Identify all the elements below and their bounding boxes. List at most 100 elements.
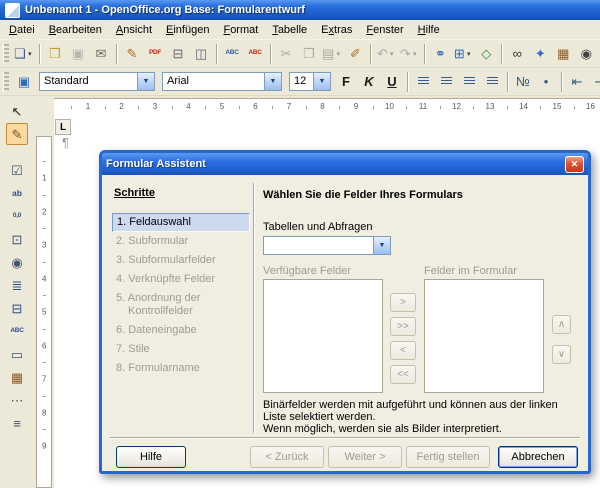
menu-ansicht[interactable]: Ansicht [109, 21, 159, 39]
align-center-button[interactable] [435, 71, 457, 93]
bullets-button[interactable]: • [535, 71, 557, 93]
dlg-cancel-button[interactable]: Abbrechen [498, 446, 578, 468]
decrease-indent-button[interactable]: ⇤ [566, 71, 588, 93]
image-control-button[interactable]: ▦ [6, 366, 28, 388]
form-fields-label: Felder im Formular [424, 265, 517, 277]
show-draw-functions-button[interactable]: ◇ [475, 43, 497, 65]
open-document-button[interactable]: ❒ [44, 43, 66, 65]
wizard-step[interactable]: 5. Anordnung der Kontrollfelder [112, 289, 250, 321]
menu-einfgen[interactable]: Einfügen [159, 21, 216, 39]
wizard-step[interactable]: 6. Dateneingabe [112, 321, 250, 340]
navigator-button[interactable]: ✦ [529, 43, 551, 65]
dlg-next-button[interactable]: Weiter > [328, 446, 402, 468]
combo-box-button[interactable]: ⊟ [6, 297, 28, 319]
hruler-number: 9 [354, 102, 358, 111]
menu-format[interactable]: Format [216, 21, 265, 39]
form-fields-list[interactable] [424, 279, 544, 393]
toolbar-grip[interactable] [3, 44, 9, 64]
tables-queries-select[interactable]: ▼ [263, 236, 391, 255]
font-size-select[interactable]: 12 ▼ [289, 72, 331, 91]
align-left-button[interactable] [412, 71, 434, 93]
find-replace-button[interactable]: ∞ [506, 43, 528, 65]
wizard-step[interactable]: 8. Formularname [112, 359, 250, 378]
insert-table-button[interactable]: ⊞▾ [452, 43, 474, 65]
label-field-button[interactable]: ABC [6, 320, 28, 342]
move-all-right-button[interactable]: >> [390, 317, 416, 336]
move-down-button[interactable]: ∨ [552, 345, 571, 364]
move-up-button[interactable]: ∧ [552, 315, 571, 334]
vruler-number: 9 [42, 442, 46, 451]
spellcheck-button[interactable]: ABC [221, 43, 243, 65]
gallery-button[interactable]: ▦ [552, 43, 574, 65]
dlg-help-button[interactable]: Hilfe [116, 446, 186, 468]
push-button-button[interactable]: ⊡ [6, 228, 28, 250]
edit-file-button[interactable]: ✎ [121, 43, 143, 65]
chevron-down-icon: ▼ [313, 73, 330, 90]
wizard-step[interactable]: 4. Verknüpfte Felder [112, 270, 250, 289]
paste-button[interactable]: ▤▾ [321, 43, 343, 65]
toolbar-grip[interactable] [3, 72, 9, 92]
menu-extras[interactable]: Extras [314, 21, 359, 39]
cut-button[interactable]: ✂ [275, 43, 297, 65]
font-name-value: Arial [163, 73, 264, 90]
tab-stop-selector[interactable]: L [55, 119, 71, 135]
design-mode-button[interactable]: ✎ [6, 123, 28, 145]
text-box-button[interactable]: ab [6, 182, 28, 204]
formatting-toolbar: ▣ Standard ▼ Arial ▼ 12 ▼ FKU №•⇤⇥A▾A▾ [0, 68, 600, 96]
menu-datei[interactable]: Datei [2, 21, 42, 39]
font-name-select[interactable]: Arial ▼ [162, 72, 282, 91]
available-fields-list[interactable] [263, 279, 383, 393]
copy-button[interactable]: ❐ [298, 43, 320, 65]
tables-queries-value [264, 237, 373, 254]
zoom-button[interactable]: ◉ [575, 43, 597, 65]
print-button[interactable]: ⊟ [167, 43, 189, 65]
move-right-button[interactable]: > [390, 293, 416, 312]
bold-icon: F [342, 75, 350, 88]
redo-button[interactable]: ↷▾ [398, 43, 420, 65]
export-pdf-button[interactable]: PDF [144, 43, 166, 65]
wizard-step[interactable]: 3. Subformularfelder [112, 251, 250, 270]
wizard-step[interactable]: 7. Stile [112, 340, 250, 359]
horizontal-ruler[interactable]: 12345678910111213141516 [54, 98, 600, 116]
format-paintbrush-button[interactable]: ✐ [344, 43, 366, 65]
move-all-left-button[interactable]: << [390, 365, 416, 384]
move-left-button[interactable]: < [390, 341, 416, 360]
toolbar-separator [507, 72, 508, 92]
more-controls-button[interactable]: ⋯ [6, 389, 28, 411]
menu-hilfe[interactable]: Hilfe [411, 21, 447, 39]
group-box-button[interactable]: ▭ [6, 343, 28, 365]
italic-button[interactable]: K [358, 71, 380, 93]
increase-indent-button[interactable]: ⇥ [589, 71, 600, 93]
page-preview-button[interactable]: ◫ [190, 43, 212, 65]
undo-button[interactable]: ↶▾ [375, 43, 397, 65]
save-document-button[interactable]: ▣ [67, 43, 89, 65]
align-justify-button[interactable] [481, 71, 503, 93]
align-right-button[interactable] [458, 71, 480, 93]
menu-tabelle[interactable]: Tabelle [265, 21, 314, 39]
dialog-titlebar[interactable]: Formular Assistent ✕ [102, 153, 588, 175]
wizard-step[interactable]: 2. Subformular [112, 232, 250, 251]
paragraph-style-select[interactable]: Standard ▼ [39, 72, 155, 91]
close-icon[interactable]: ✕ [565, 156, 584, 173]
menu-bearbeiten[interactable]: Bearbeiten [42, 21, 109, 39]
hyperlink-button[interactable]: ⚭ [429, 43, 451, 65]
dlg-finish-button[interactable]: Fertig stellen [406, 446, 490, 468]
check-box-button[interactable]: ☑ [6, 159, 28, 181]
vertical-ruler[interactable]: 123456789 [36, 136, 52, 488]
underline-button[interactable]: U [381, 71, 403, 93]
new-document-button[interactable]: ❏▾ [13, 43, 35, 65]
wizard-step[interactable]: 1. Feldauswahl [112, 213, 250, 232]
form-navigator-button[interactable]: ≡ [6, 412, 28, 434]
styles-window-button[interactable]: ▣ [13, 71, 35, 93]
numbering-button[interactable]: № [512, 71, 534, 93]
window-titlebar[interactable]: Unbenannt 1 - OpenOffice.org Base: Formu… [0, 0, 600, 20]
dlg-back-button[interactable]: < Zurück [250, 446, 324, 468]
menu-fenster[interactable]: Fenster [359, 21, 410, 39]
auto-spellcheck-button[interactable]: ABC [244, 43, 266, 65]
bold-button[interactable]: F [335, 71, 357, 93]
list-box-button[interactable]: ≣ [6, 274, 28, 296]
formatted-field-button[interactable]: 0,0 [6, 205, 28, 227]
document-as-email-button[interactable]: ✉ [90, 43, 112, 65]
option-button-button[interactable]: ◉ [6, 251, 28, 273]
select-button[interactable]: ↖ [6, 100, 28, 122]
